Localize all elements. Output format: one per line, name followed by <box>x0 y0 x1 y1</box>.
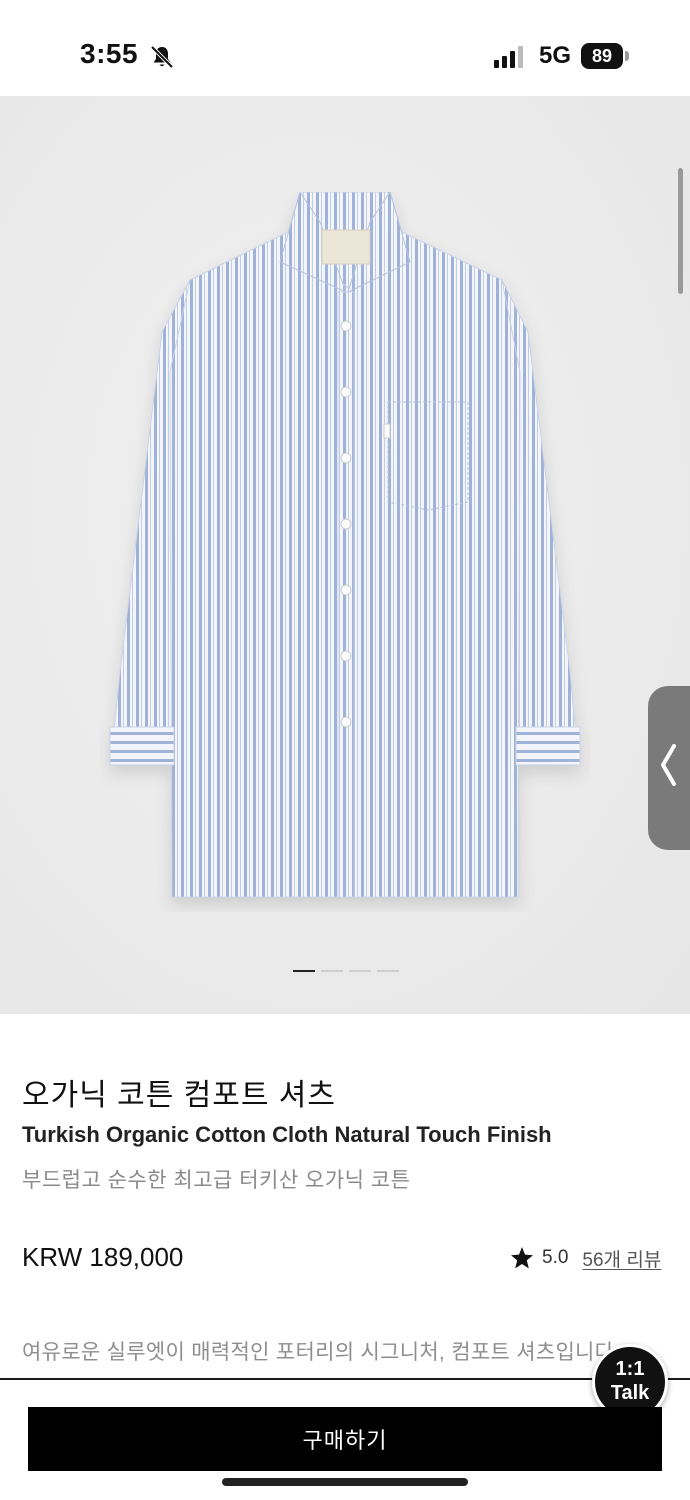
buy-button[interactable]: 구매하기 <box>28 1407 662 1471</box>
divider <box>0 1378 690 1380</box>
review-count-link[interactable]: 56개 리뷰 <box>582 1245 661 1272</box>
image-pager[interactable] <box>293 970 399 972</box>
pager-dot[interactable] <box>377 970 399 972</box>
rating-value: 5.0 <box>542 1247 569 1268</box>
side-drawer-tab[interactable] <box>648 686 690 850</box>
talk-label-bottom: Talk <box>610 1382 650 1404</box>
battery-icon: 89 <box>581 43 629 69</box>
star-icon <box>511 1247 533 1269</box>
status-bar: 3:55 5G 89 <box>0 0 690 96</box>
product-subtitle: Turkish Organic Cotton Cloth Natural Tou… <box>22 1122 552 1147</box>
network-label: 5G <box>539 42 572 69</box>
rating: 5.0 56개 리뷰 <box>510 1244 661 1272</box>
product-image <box>109 192 581 898</box>
status-time: 3:55 <box>80 38 139 69</box>
product-intro: 여유로운 실루엣이 매력적인 포터리의 시그니처, 컴포트 셔츠입니다. <box>22 1341 621 1364</box>
product-description: 부드럽고 순수한 최고급 터키산 오가닉 코튼 <box>22 1169 411 1192</box>
talk-label-top: 1:1 <box>615 1358 645 1380</box>
home-indicator[interactable] <box>222 1478 468 1486</box>
product-title: 오가닉 코튼 컴포트 셔츠 <box>22 1079 337 1112</box>
pager-dot[interactable] <box>293 970 315 972</box>
pager-dot[interactable] <box>321 970 343 972</box>
product-price: KRW 189,000 <box>22 1242 184 1272</box>
chevron-left-icon <box>661 744 676 786</box>
scrollbar[interactable] <box>678 168 683 294</box>
product-image-gallery[interactable] <box>0 96 690 1014</box>
battery-level: 89 <box>581 43 623 69</box>
bell-muted-icon <box>150 45 174 69</box>
signal-icon <box>494 46 523 68</box>
pager-dot[interactable] <box>349 970 371 972</box>
